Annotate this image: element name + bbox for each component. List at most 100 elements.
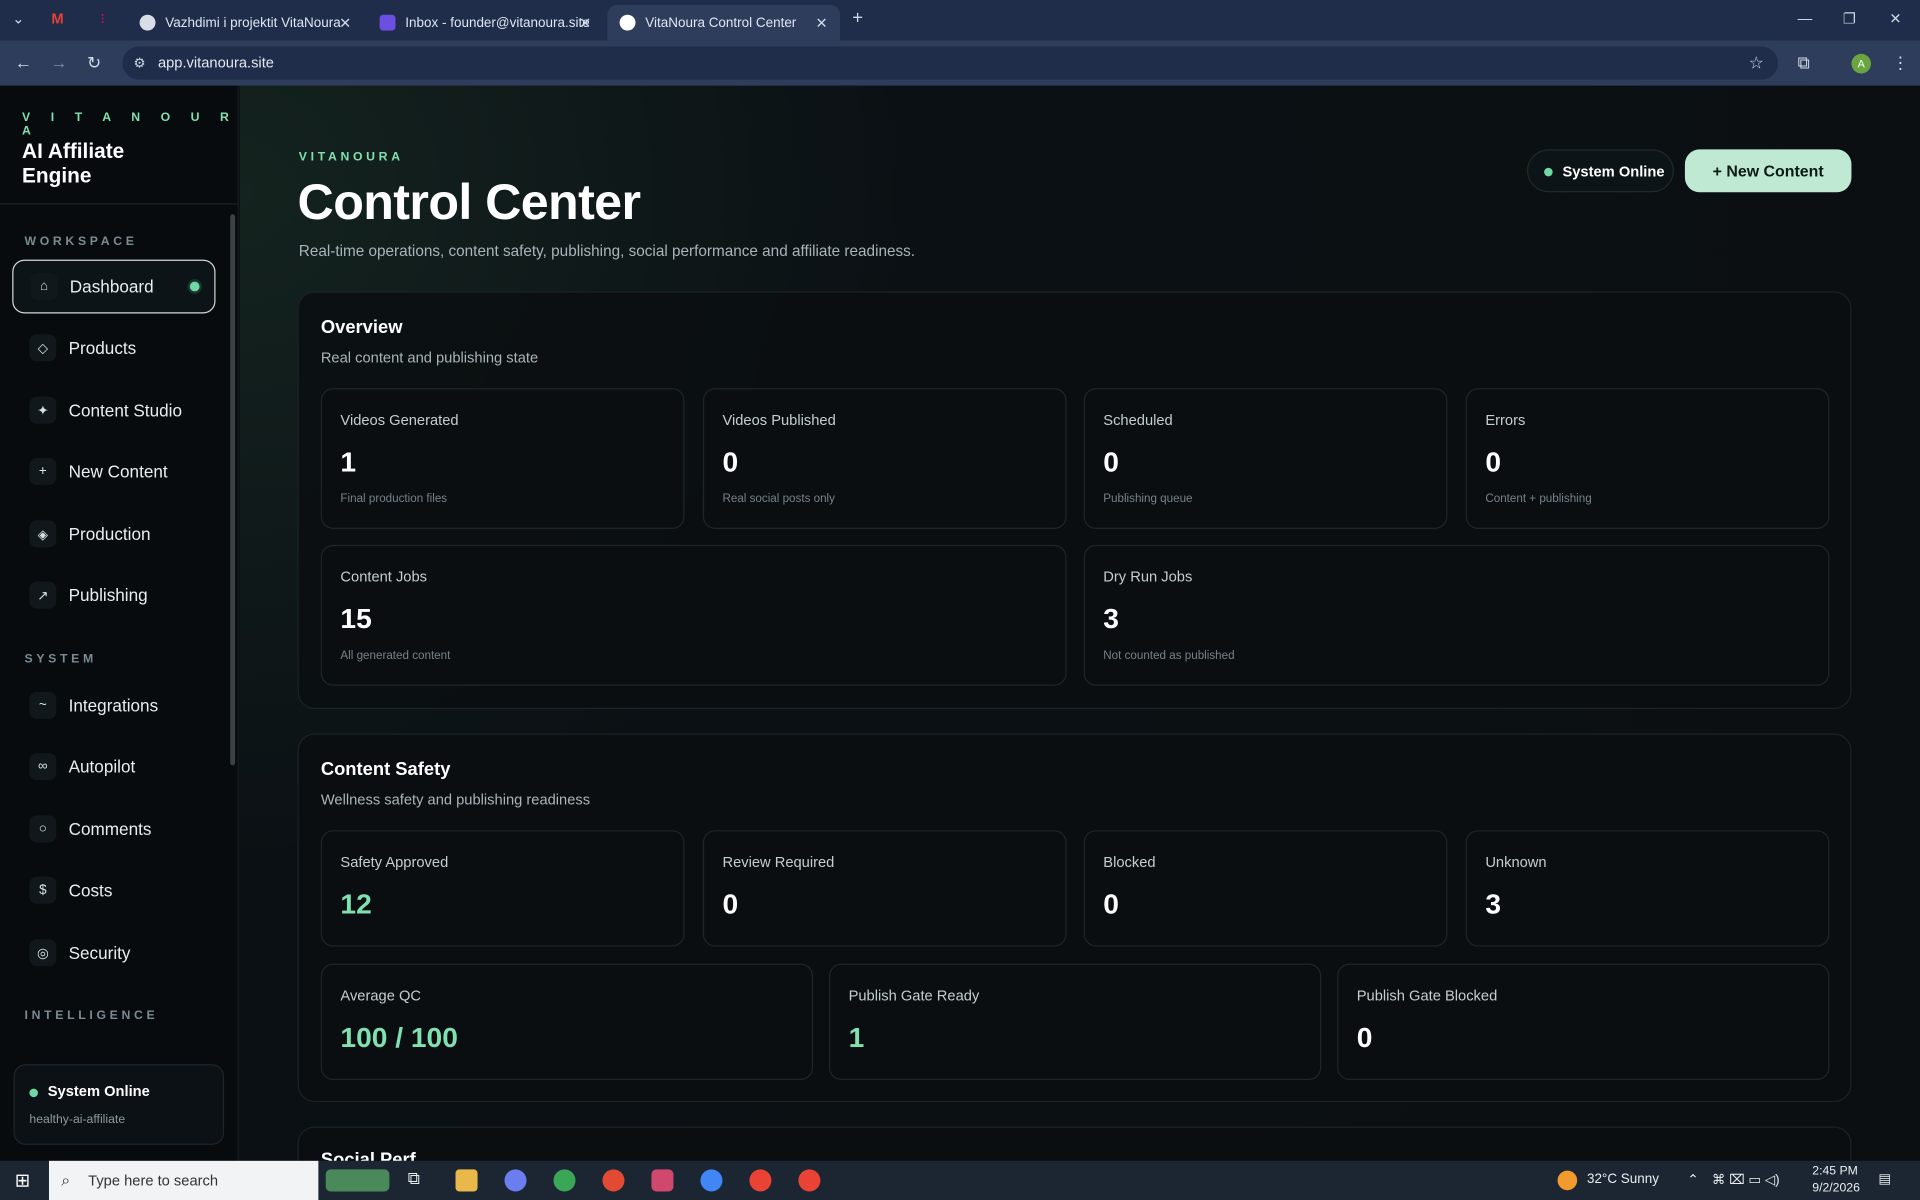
gmail-pinned-icon[interactable]: M xyxy=(51,10,63,27)
tab-control-center[interactable]: VitaNoura Control Center ✕ xyxy=(607,4,841,41)
social-performance-panel: Social Perf xyxy=(297,1126,1852,1161)
chevron-up-icon[interactable]: ⌃ xyxy=(1687,1172,1698,1188)
restore-icon[interactable]: ❐ xyxy=(1843,10,1856,27)
site-info-icon[interactable]: ⚙ xyxy=(133,55,145,71)
chatgpt-icon xyxy=(139,14,156,31)
overview-title: Overview xyxy=(320,317,403,338)
copilot-icon[interactable] xyxy=(504,1169,527,1192)
vercel-icon xyxy=(619,14,636,31)
chrome-profile-icon[interactable] xyxy=(798,1169,821,1192)
extensions-icon[interactable]: ⧉ xyxy=(1798,53,1810,74)
chrome-icon[interactable] xyxy=(553,1169,576,1192)
brand-title: AI Affiliate Engine xyxy=(22,139,125,188)
stat-value: 3 xyxy=(1485,887,1501,920)
stat-card: Errors 0 Content + publishing xyxy=(1465,388,1830,529)
back-icon[interactable]: ← xyxy=(15,53,32,73)
menu-kebab-icon[interactable]: ⋮ xyxy=(1892,53,1909,74)
reload-icon[interactable]: ↻ xyxy=(87,53,101,74)
minimize-icon[interactable]: — xyxy=(1798,10,1813,27)
new-tab-icon[interactable]: + xyxy=(852,7,863,28)
pinned-tab-icon[interactable]: ⁝ xyxy=(100,10,105,27)
sidebar-item-costs[interactable]: $ Costs xyxy=(12,863,215,917)
main-content: VITANOURA Control Center Real-time opera… xyxy=(240,85,1911,1161)
tab-label: VitaNoura Control Center xyxy=(645,15,797,31)
sidebar-item-security[interactable]: ◎ Security xyxy=(12,926,215,980)
status-dot xyxy=(29,1088,38,1098)
tab-inbox[interactable]: Inbox - founder@vitanoura.site ✕ xyxy=(367,5,603,41)
address-bar-area: app.vitanoura.site xyxy=(0,40,1920,86)
clock-date[interactable]: 9/2/2026 xyxy=(1812,1182,1860,1195)
stat-card: Review Required 0 xyxy=(702,830,1067,947)
wave-icon: ~ xyxy=(29,691,57,719)
section-system: SYSTEM xyxy=(24,652,97,667)
slack-icon[interactable] xyxy=(651,1169,674,1192)
tab-list-icon[interactable]: ⌄ xyxy=(12,10,24,27)
sidebar-item-publishing[interactable]: ↗ Publishing xyxy=(12,568,215,622)
stat-label: Dry Run Jobs xyxy=(1103,568,1193,586)
brand-eyebrow: V I T A N O U R A xyxy=(22,111,238,139)
window-close-icon[interactable]: ✕ xyxy=(1889,10,1901,27)
sidebar-item-autopilot[interactable]: ∞ Autopilot xyxy=(12,740,215,794)
profile-avatar-icon[interactable]: A xyxy=(1851,53,1872,74)
close-icon[interactable]: ✕ xyxy=(579,14,591,31)
file-explorer-icon[interactable] xyxy=(455,1169,478,1192)
overview-subtitle: Real content and publishing state xyxy=(320,348,539,367)
taskbar-search[interactable]: ⌕ Type here to search xyxy=(48,1160,319,1200)
tab-project[interactable]: Vazhdimi i projektit VitaNoura ✕ xyxy=(127,5,363,41)
page-subtitle: Real-time operations, content safety, pu… xyxy=(298,242,916,260)
stat-card: Videos Published 0 Real social posts onl… xyxy=(702,388,1067,529)
stat-label: Blocked xyxy=(1103,853,1156,871)
stat-hint: All generated content xyxy=(340,648,451,663)
sidebar-item-comments[interactable]: ○ Comments xyxy=(12,802,215,856)
main-scrollbar[interactable] xyxy=(1910,85,1920,1161)
close-icon[interactable]: ✕ xyxy=(815,14,827,31)
stat-label: Review Required xyxy=(722,853,835,871)
sidebar-item-production[interactable]: ◈ Production xyxy=(12,507,215,561)
stat-value: 1 xyxy=(340,445,357,478)
forward-icon[interactable]: → xyxy=(50,53,67,73)
system-status-pill: System Online xyxy=(1526,149,1674,193)
system-status-card: System Online healthy-ai-affiliate xyxy=(13,1064,225,1145)
new-content-button[interactable]: + New Content xyxy=(1684,149,1852,193)
chrome-profile-icon[interactable] xyxy=(602,1169,625,1192)
sidebar-item-content-studio[interactable]: ✦ Content Studio xyxy=(12,383,215,437)
sidebar-item-label: New Content xyxy=(68,461,168,482)
url-text: app.vitanoura.site xyxy=(157,53,274,72)
social-performance-title: Social Perf xyxy=(320,1149,416,1161)
stat-value: 0 xyxy=(1103,445,1119,478)
sidebar-scrollbar[interactable] xyxy=(230,214,236,766)
system-status-subtitle: healthy-ai-affiliate xyxy=(29,1113,126,1127)
windows-start-icon[interactable]: ⊞ xyxy=(15,1169,30,1192)
notifications-icon[interactable]: ▤ xyxy=(1878,1171,1891,1187)
sidebar-item-new-content[interactable]: + New Content xyxy=(12,444,215,498)
tray-icons[interactable]: ⌘ ⌧ ▭ ◁) xyxy=(1712,1172,1780,1188)
close-icon[interactable]: ✕ xyxy=(339,14,351,31)
sidebar-item-products[interactable]: ◇ Products xyxy=(12,321,215,375)
sidebar-item-label: Security xyxy=(68,942,131,963)
stat-value: 0 xyxy=(1356,1021,1373,1054)
url-field[interactable]: app.vitanoura.site xyxy=(122,46,1778,80)
bookmark-star-icon[interactable]: ☆ xyxy=(1749,53,1764,74)
stat-value: 0 xyxy=(722,445,739,478)
sidebar-item-dashboard[interactable]: ⌂ Dashboard xyxy=(12,259,216,314)
sidebar-item-label: Products xyxy=(68,337,137,358)
windows-taskbar: ⊞ ⌕ Type here to search ⧉ 32°C Sunny ⌃ ⌘… xyxy=(0,1160,1920,1200)
page-title: Control Center xyxy=(297,173,641,231)
search-placeholder: Type here to search xyxy=(88,1171,219,1189)
active-dot xyxy=(189,281,200,292)
stat-card: Dry Run Jobs 3 Not counted as published xyxy=(1083,544,1830,686)
weather-icon[interactable] xyxy=(1557,1170,1578,1191)
widget-scene-icon[interactable] xyxy=(325,1169,390,1192)
overview-panel: Overview Real content and publishing sta… xyxy=(297,291,1852,709)
browser-tab-bar: ⌄ M ⁝ Vazhdimi i projektit VitaNoura ✕ I… xyxy=(0,0,1920,41)
weather-text[interactable]: 32°C Sunny xyxy=(1587,1172,1659,1187)
sidebar-item-integrations[interactable]: ~ Integrations xyxy=(12,678,215,732)
stat-value: 3 xyxy=(1103,602,1119,635)
chrome-icon[interactable] xyxy=(700,1169,723,1192)
stat-label: Errors xyxy=(1485,411,1526,429)
stat-card: Average QC 100 / 100 xyxy=(320,963,814,1081)
sidebar-item-label: Content Studio xyxy=(68,400,182,421)
clock-time[interactable]: 2:45 PM xyxy=(1812,1164,1858,1177)
chrome-profile-icon[interactable] xyxy=(749,1169,772,1192)
task-view-icon[interactable]: ⧉ xyxy=(408,1168,420,1189)
